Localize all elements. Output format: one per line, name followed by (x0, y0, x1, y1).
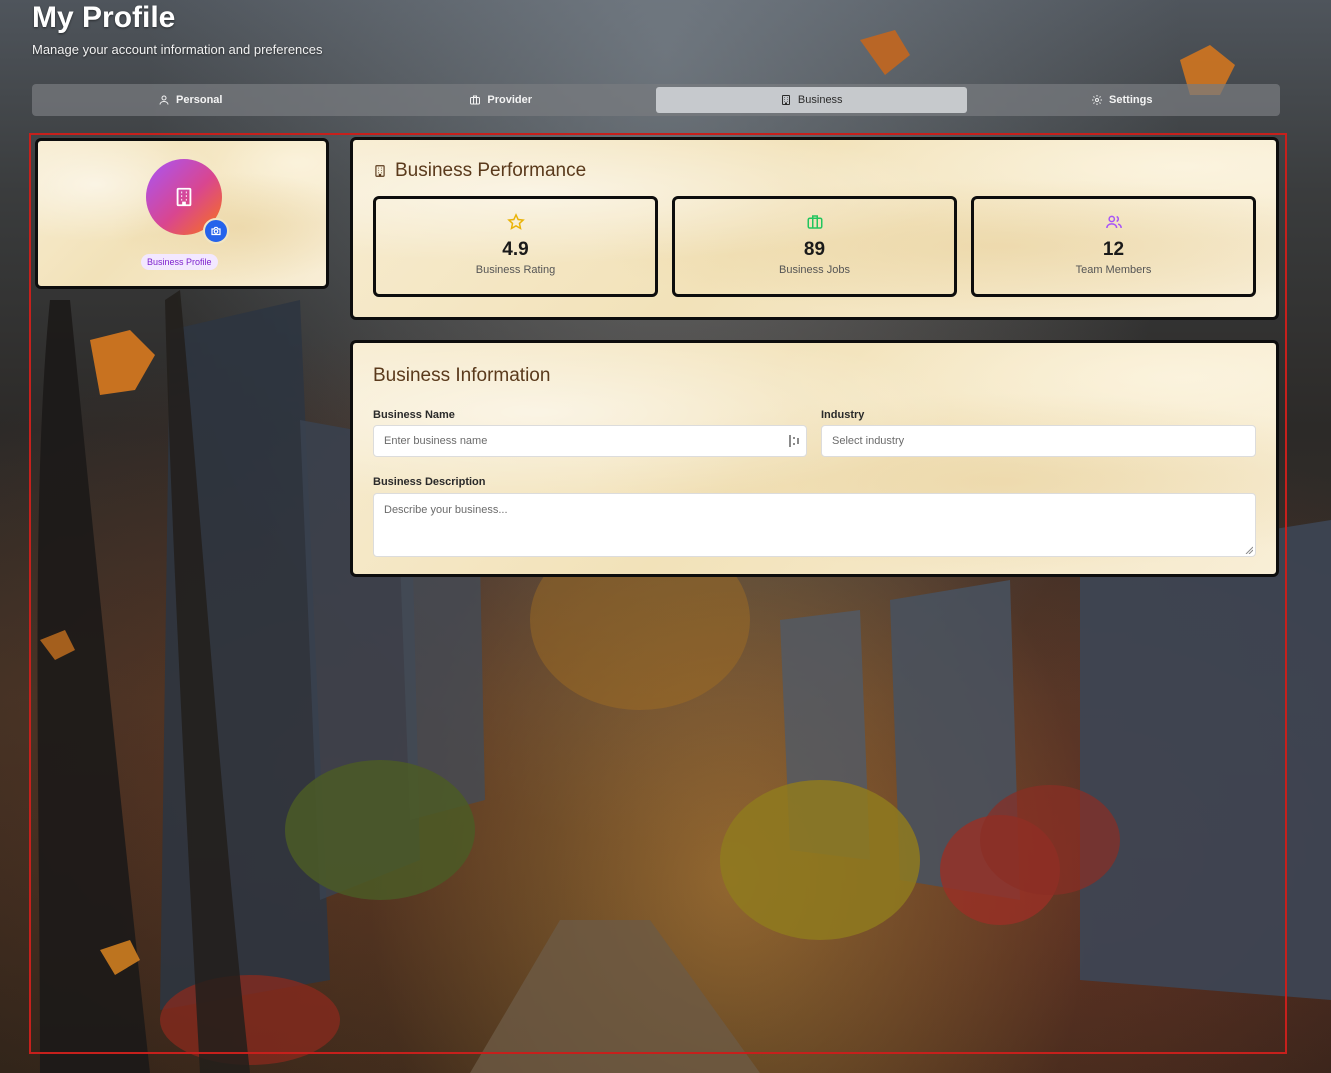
business-performance-heading: Business Performance (373, 160, 586, 182)
stat-label: Team Members (1075, 264, 1152, 276)
page-header: My Profile Manage your account informati… (32, 0, 323, 57)
resize-handle-icon[interactable] (1245, 546, 1253, 554)
business-information-title: Business Information (373, 365, 551, 386)
user-icon (159, 95, 169, 105)
briefcase-icon (807, 215, 822, 229)
tab-provider-label: Provider (487, 94, 533, 106)
business-performance-title: Business Performance (395, 160, 587, 181)
autofill-icon[interactable] (789, 435, 800, 447)
business-description-textarea[interactable]: Describe your business... (373, 493, 1256, 557)
page-subtitle: Manage your account information and pref… (32, 42, 323, 57)
camera-icon (211, 226, 221, 236)
star-icon (506, 213, 525, 230)
stat-business-jobs: 89 Business Jobs (672, 196, 957, 297)
building-icon (176, 187, 192, 207)
tab-settings-label: Settings (1109, 94, 1153, 106)
business-performance-card: Business Performance 4.9 Business Rating… (350, 137, 1279, 320)
business-name-input[interactable]: Enter business name (373, 425, 807, 457)
stat-value: 4.9 (502, 239, 529, 260)
stat-label: Business Rating (475, 264, 556, 276)
stat-value: 89 (803, 239, 826, 260)
industry-label: Industry (821, 409, 865, 421)
business-description-placeholder: Describe your business... (384, 504, 508, 516)
business-name-placeholder: Enter business name (384, 435, 488, 447)
profile-tabs: Personal Provider Business Settings (32, 84, 1280, 116)
page-title: My Profile (32, 1, 176, 34)
stat-value: 12 (1102, 239, 1125, 260)
briefcase-icon (470, 95, 481, 105)
tab-personal[interactable]: Personal (35, 87, 346, 113)
business-information-card: Business Information Business Name Enter… (350, 340, 1279, 577)
building-icon (781, 95, 790, 105)
tab-business-label: Business (797, 94, 843, 106)
business-profile-badge: Business Profile (141, 254, 218, 270)
business-name-label: Business Name (373, 409, 455, 421)
business-profile-card: Business Profile (35, 138, 329, 289)
stat-business-rating: 4.9 Business Rating (373, 196, 658, 297)
users-icon (1105, 215, 1122, 229)
tab-settings[interactable]: Settings (967, 87, 1278, 113)
gear-icon (1092, 95, 1103, 105)
business-description-label: Business Description (373, 476, 486, 488)
tab-provider[interactable]: Provider (346, 87, 657, 113)
stat-team-members: 12 Team Members (971, 196, 1256, 297)
building-icon (375, 165, 385, 177)
stat-label: Business Jobs (779, 264, 850, 276)
tab-personal-label: Personal (176, 94, 223, 106)
industry-placeholder: Select industry (832, 435, 905, 447)
tab-business[interactable]: Business (656, 87, 967, 113)
change-photo-button[interactable] (203, 218, 229, 244)
industry-select[interactable]: Select industry (821, 425, 1256, 457)
